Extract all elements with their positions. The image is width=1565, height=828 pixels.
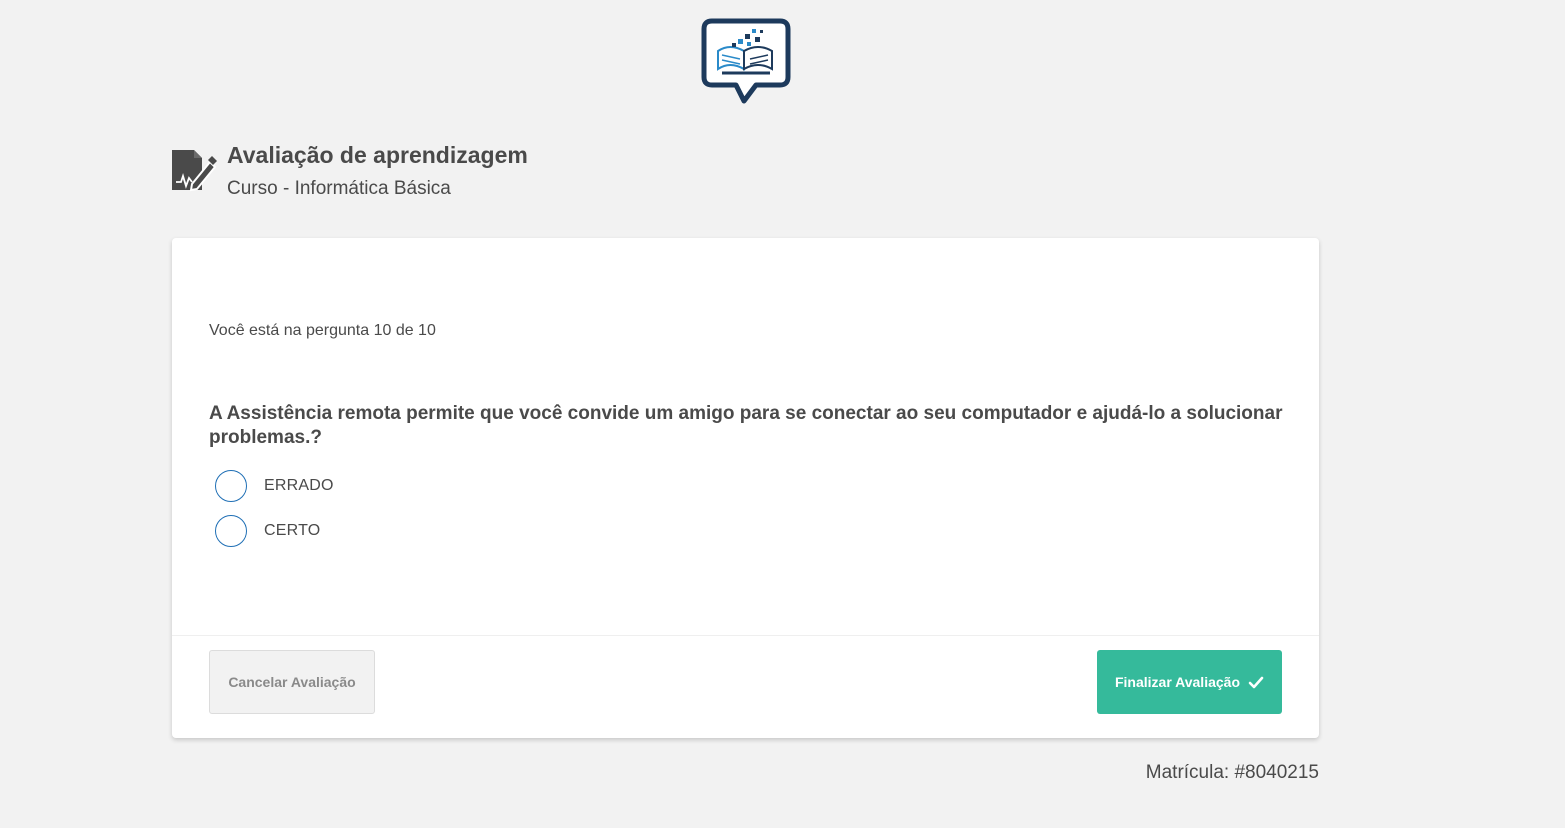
answer-option-label: CERTO xyxy=(264,522,321,539)
radio-button[interactable] xyxy=(215,515,247,547)
answer-option-errado[interactable]: ERRADO xyxy=(215,469,515,503)
speech-bubble-book-logo-icon xyxy=(701,18,791,104)
answer-option-certo[interactable]: CERTO xyxy=(215,514,515,548)
page: Avaliação de aprendizagem Curso - Inform… xyxy=(0,0,1565,828)
site-logo[interactable] xyxy=(700,17,792,105)
answer-option-label: ERRADO xyxy=(264,477,334,494)
check-icon xyxy=(1248,676,1264,689)
page-header: Avaliação de aprendizagem Curso - Inform… xyxy=(170,140,870,210)
finish-button-label: Finalizar Avaliação xyxy=(1114,674,1240,690)
question-text: A Assistência remota permite que você co… xyxy=(209,403,1283,448)
card-footer: Cancelar Avaliação Finalizar Avaliação xyxy=(172,635,1319,738)
quiz-card: Você está na pergunta 10 de 10 A Assistê… xyxy=(172,238,1319,738)
page-title: Avaliação de aprendizagem xyxy=(227,142,528,168)
enrollment-number: Matrícula: #8040215 xyxy=(1145,762,1319,783)
finish-button[interactable]: Finalizar Avaliação xyxy=(1097,650,1282,714)
course-subtitle: Curso - Informática Básica xyxy=(227,178,451,199)
exam-edit-icon xyxy=(170,148,218,192)
cancel-button[interactable]: Cancelar Avaliação xyxy=(209,650,375,714)
radio-button[interactable] xyxy=(215,470,247,502)
question-progress: Você está na pergunta 10 de 10 xyxy=(209,322,436,339)
